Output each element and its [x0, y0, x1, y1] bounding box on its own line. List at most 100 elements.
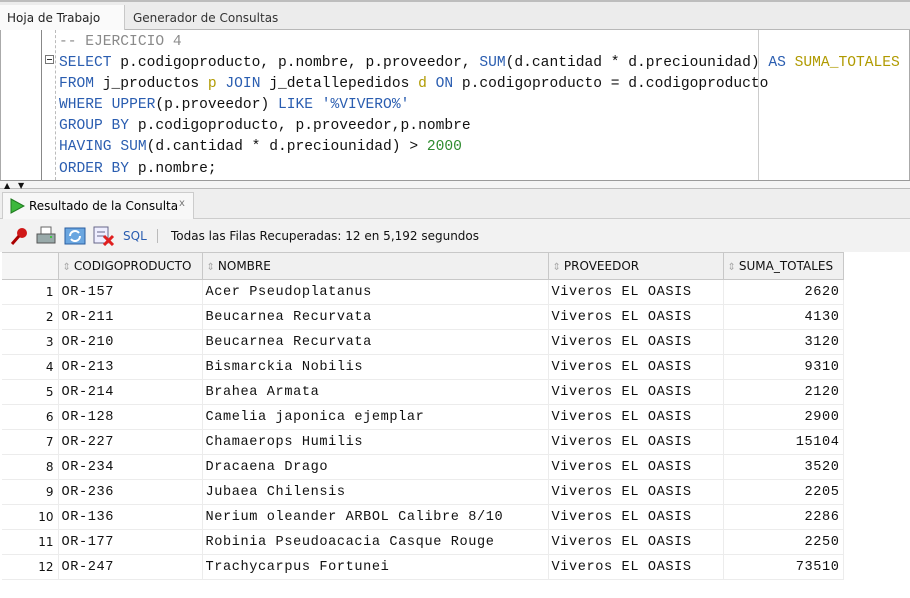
- row-number[interactable]: 4: [2, 354, 59, 380]
- table-row[interactable]: 2 OR-211 Beucarnea Recurvata Viveros EL OAS…: [2, 304, 844, 330]
- cell-codigoproducto[interactable]: OR-136: [57, 504, 203, 530]
- table-row[interactable]: 1 OR-157 Acer Pseudoplatanus Viveros EL OAS…: [2, 279, 844, 305]
- sort-icon: ⇕: [206, 262, 215, 273]
- code-line[interactable]: SELECT p.codigoproducto, p.nombre, p.pro…: [59, 53, 900, 74]
- cell-proveedor[interactable]: Viveros EL OASIS: [547, 479, 724, 505]
- table-row[interactable]: 4 OR-213 Bismarckia Nobilis Viveros EL OASI…: [2, 354, 844, 380]
- cell-nombre[interactable]: Trachycarpus Fortunei: [201, 554, 549, 580]
- delete-icon[interactable]: [93, 226, 115, 246]
- row-number[interactable]: 5: [2, 379, 59, 405]
- tab-generador-de-consultas[interactable]: Generador de Consultas: [126, 5, 285, 32]
- cell-nombre[interactable]: Brahea Armata: [201, 379, 549, 405]
- cell-proveedor[interactable]: Viveros EL OASIS: [547, 429, 724, 455]
- cell-codigoproducto[interactable]: OR-211: [57, 304, 203, 330]
- cell-suma-totales[interactable]: 15104: [722, 429, 844, 455]
- row-number[interactable]: 1: [2, 279, 59, 305]
- column-header-nombre[interactable]: ⇕ NOMBRE: [201, 252, 549, 280]
- cell-nombre[interactable]: Bismarckia Nobilis: [201, 354, 549, 380]
- cell-nombre[interactable]: Camelia japonica ejemplar: [201, 404, 549, 430]
- row-number[interactable]: 2: [2, 304, 59, 330]
- column-header-codigoproducto[interactable]: ⇕ CODIGOPRODUCTO: [57, 252, 203, 280]
- cell-nombre[interactable]: Dracaena Drago: [201, 454, 549, 480]
- cell-codigoproducto[interactable]: OR-177: [57, 529, 203, 555]
- splitter[interactable]: ▲ ▼: [0, 180, 910, 190]
- cell-suma-totales[interactable]: 3520: [722, 454, 844, 480]
- cell-suma-totales[interactable]: 2250: [722, 529, 844, 555]
- cell-suma-totales[interactable]: 2286: [722, 504, 844, 530]
- cell-suma-totales[interactable]: 2620: [722, 279, 844, 305]
- tab-hoja-de-trabajo[interactable]: Hoja de Trabajo: [0, 5, 125, 32]
- cell-proveedor[interactable]: Viveros EL OASIS: [547, 354, 724, 380]
- table-row[interactable]: 6 OR-128 Camelia japonica ejemplar Viveros …: [2, 404, 844, 430]
- fold-collapse-icon[interactable]: [45, 55, 54, 64]
- cell-proveedor[interactable]: Viveros EL OASIS: [547, 454, 724, 480]
- cell-proveedor[interactable]: Viveros EL OASIS: [547, 554, 724, 580]
- table-row[interactable]: 11 OR-177 Robinia Pseudoacacia Casque Roug…: [2, 529, 844, 555]
- cell-proveedor[interactable]: Viveros EL OASIS: [547, 304, 724, 330]
- cell-nombre[interactable]: Jubaea Chilensis: [201, 479, 549, 505]
- cell-codigoproducto[interactable]: OR-214: [57, 379, 203, 405]
- cell-proveedor[interactable]: Viveros EL OASIS: [547, 504, 724, 530]
- cell-proveedor[interactable]: Viveros EL OASIS: [547, 404, 724, 430]
- table-row[interactable]: 10 OR-136 Nerium oleander ARBOL Calibre 8/…: [2, 504, 844, 530]
- code-token: JOIN: [225, 76, 261, 93]
- cell-proveedor[interactable]: Viveros EL OASIS: [547, 379, 724, 405]
- sql-code[interactable]: -- EJERCICIO 4 SELECT p.codigoproducto, p…: [59, 32, 900, 180]
- cell-suma-totales[interactable]: 2900: [722, 404, 844, 430]
- row-number[interactable]: 7: [2, 429, 59, 455]
- cell-suma-totales[interactable]: 73510: [722, 554, 844, 580]
- cell-nombre[interactable]: Beucarnea Recurvata: [201, 329, 549, 355]
- cell-codigoproducto[interactable]: OR-247: [57, 554, 203, 580]
- cell-nombre[interactable]: Nerium oleander ARBOL Calibre 8/10: [201, 504, 549, 530]
- cell-nombre[interactable]: Chamaerops Humilis: [201, 429, 549, 455]
- cell-proveedor[interactable]: Viveros EL OASIS: [547, 329, 724, 355]
- cell-suma-totales[interactable]: 9310: [722, 354, 844, 380]
- pin-icon[interactable]: [9, 226, 29, 246]
- cell-codigoproducto[interactable]: OR-157: [57, 279, 203, 305]
- table-row[interactable]: 9 OR-236 Jubaea Chilensis Viveros EL OASIS 2…: [2, 479, 844, 505]
- table-row[interactable]: 3 OR-210 Beucarnea Recurvata Viveros EL OAS…: [2, 329, 844, 355]
- cell-suma-totales[interactable]: 2205: [722, 479, 844, 505]
- row-number[interactable]: 9: [2, 479, 59, 505]
- table-row[interactable]: 8 OR-234 Dracaena Drago Viveros EL OASIS 352…: [2, 454, 844, 480]
- row-number[interactable]: 12: [2, 554, 59, 580]
- table-row[interactable]: 7 OR-227 Chamaerops Humilis Viveros EL OASI…: [2, 429, 844, 455]
- column-header-proveedor[interactable]: ⇕ PROVEEDOR: [547, 252, 724, 280]
- code-line[interactable]: FROM j_productos p JOIN j_detallepedidos…: [59, 74, 900, 95]
- arrow-up-icon[interactable]: ▲: [4, 182, 10, 190]
- cell-suma-totales[interactable]: 4130: [722, 304, 844, 330]
- close-icon[interactable]: x: [179, 191, 185, 217]
- cell-suma-totales[interactable]: 3120: [722, 329, 844, 355]
- row-number[interactable]: 6: [2, 404, 59, 430]
- code-line[interactable]: HAVING SUM(d.cantidad * d.preciounidad) …: [59, 137, 900, 158]
- cell-codigoproducto[interactable]: OR-236: [57, 479, 203, 505]
- table-row[interactable]: 5 OR-214 Brahea Armata Viveros EL OASIS 2120: [2, 379, 844, 405]
- cell-proveedor[interactable]: Viveros EL OASIS: [547, 529, 724, 555]
- cell-nombre[interactable]: Robinia Pseudoacacia Casque Rouge: [201, 529, 549, 555]
- row-number[interactable]: 8: [2, 454, 59, 480]
- cell-codigoproducto[interactable]: OR-210: [57, 329, 203, 355]
- cell-suma-totales[interactable]: 2120: [722, 379, 844, 405]
- table-row[interactable]: 12 OR-247 Trachycarpus Fortunei Viveros EL …: [2, 554, 844, 580]
- sql-button[interactable]: SQL: [123, 229, 147, 243]
- refresh-icon[interactable]: [64, 226, 86, 246]
- code-line[interactable]: ORDER BY p.nombre;: [59, 159, 900, 180]
- row-number[interactable]: 3: [2, 329, 59, 355]
- cell-nombre[interactable]: Acer Pseudoplatanus: [201, 279, 549, 305]
- code-line[interactable]: -- EJERCICIO 4: [59, 32, 900, 53]
- column-header-suma-totales[interactable]: ⇕ SUMA_TOTALES: [722, 252, 844, 280]
- arrow-down-icon[interactable]: ▼: [18, 182, 24, 190]
- cell-codigoproducto[interactable]: OR-213: [57, 354, 203, 380]
- cell-codigoproducto[interactable]: OR-234: [57, 454, 203, 480]
- tab-resultado-consulta[interactable]: Resultado de la Consulta x: [2, 192, 194, 219]
- sql-editor[interactable]: -- EJERCICIO 4 SELECT p.codigoproducto, p…: [0, 30, 910, 180]
- code-line[interactable]: GROUP BY p.codigoproducto, p.proveedor,p…: [59, 116, 900, 137]
- print-icon[interactable]: [36, 226, 56, 246]
- row-number[interactable]: 11: [2, 529, 59, 555]
- code-line[interactable]: WHERE UPPER(p.proveedor) LIKE '%VIVERO%': [59, 95, 900, 116]
- cell-codigoproducto[interactable]: OR-227: [57, 429, 203, 455]
- row-number[interactable]: 10: [2, 504, 59, 530]
- cell-codigoproducto[interactable]: OR-128: [57, 404, 203, 430]
- cell-proveedor[interactable]: Viveros EL OASIS: [547, 279, 724, 305]
- cell-nombre[interactable]: Beucarnea Recurvata: [201, 304, 549, 330]
